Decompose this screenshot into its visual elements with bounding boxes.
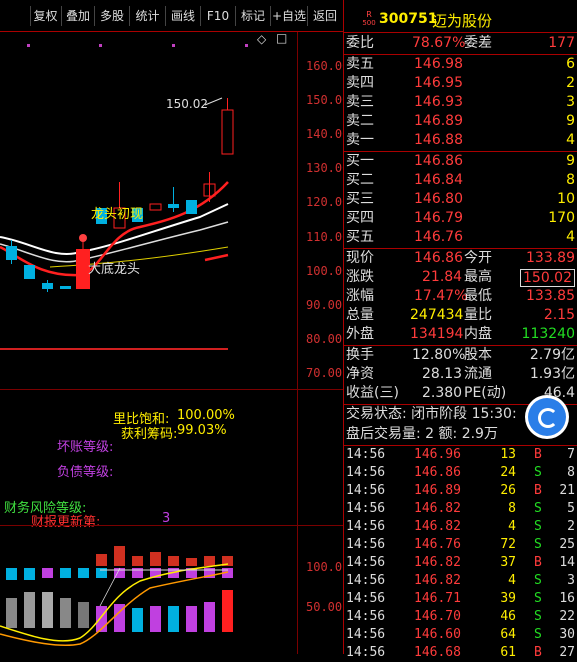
indicator-axis-label: 50.00 (306, 600, 343, 614)
toolbar-button-f10[interactable]: F10 (201, 6, 236, 26)
tick-row: 14:56 146.82 8 S 5 (346, 501, 575, 516)
chart-toolbar: 复权 叠加 多股 统计 画线 F10 标记 +自选 返回 (0, 0, 343, 32)
after-hours-volume: 盘后交易量: 2 额: 2.9万 (346, 426, 498, 442)
floating-assist-button[interactable] (528, 398, 566, 436)
toolbar-button-back[interactable]: 返回 (308, 6, 342, 26)
quote-row: 外盘 134194 内盘 113240 (346, 326, 575, 342)
tick-row: 14:56 146.82 37 B 14 (346, 555, 575, 570)
buy-level-row[interactable]: 买三 146.80 10 (344, 190, 577, 209)
buy-level-row[interactable]: 买五 146.76 4 (344, 228, 577, 247)
quote-row: 涨幅 17.47% 最低 133.85 (346, 288, 575, 304)
toolbar-button-draw-line[interactable]: 画线 (166, 6, 201, 26)
quote-row: 净资 28.13 流通 1.93亿 (346, 366, 575, 382)
tick-row: 14:56 146.60 64 S 30 (346, 627, 575, 642)
tick-row: 14:56 146.76 72 S 25 (346, 537, 575, 552)
finance-axis-divider (297, 389, 298, 526)
liability-level: 负债等级: (57, 465, 114, 480)
tick-row: 14:56 146.82 4 S 3 (346, 573, 575, 588)
tick-row: 14:56 146.71 39 S 16 (346, 591, 575, 606)
signal-label-bottom: 大底龙头 (88, 262, 141, 277)
toolbar-button-overlay[interactable]: 叠加 (62, 6, 95, 26)
market-badge: R 500 (362, 10, 376, 30)
trade-status: 交易状态: 闭市阶段 15:30: (346, 406, 517, 422)
finance-label-2: 获利筹码: (121, 427, 178, 442)
stock-name: 迈为股份 (432, 12, 493, 30)
tick-row: 14:56 146.89 26 B 21 (346, 483, 575, 498)
toolbar-left-stub (0, 6, 31, 26)
price-axis-divider (297, 32, 298, 390)
buy-level-row[interactable]: 买二 146.84 8 (344, 171, 577, 190)
tick-row: 14:56 146.82 4 S 2 (346, 519, 575, 534)
sell-level-row[interactable]: 卖三 146.93 3 (344, 93, 577, 112)
price-axis-label: 70.00 (306, 366, 343, 380)
indicator-canvas[interactable] (0, 526, 297, 654)
toolbar-button-stats[interactable]: 统计 (130, 6, 166, 26)
price-axis-label: 90.00 (306, 298, 343, 312)
price-axis-label: 80.00 (306, 332, 343, 346)
tick-row: 14:56 146.70 46 S 22 (346, 609, 575, 624)
divider (344, 32, 577, 33)
high-price-marker: 150.02 (166, 97, 208, 111)
quote-row: 涨跌 21.84 最高 150.02 (344, 268, 577, 287)
toolbar-button-mark[interactable]: 标记 (236, 6, 271, 26)
stock-code: 300751 (379, 11, 438, 27)
quote-row: 总量 247434 量比 2.15 (346, 307, 575, 323)
indicator-axis-label: 100.0 (306, 560, 343, 574)
bad-debt-level: 坏账等级: (57, 440, 114, 455)
report-update-value: 3 (162, 511, 171, 526)
indicator-axis-divider (297, 526, 298, 654)
kline-canvas[interactable] (0, 32, 297, 390)
indicator-panel[interactable]: 100.0 50.00 (0, 526, 343, 654)
sell-level-row[interactable]: 卖五 146.98 6 (344, 55, 577, 74)
finance-value-1: 100.00% (177, 408, 235, 423)
quote-row: 现价 146.86 今开 133.89 (346, 250, 575, 266)
tick-row: 14:56 146.68 61 B 27 (346, 645, 575, 660)
quote-panel: R 500 300751 迈为股份 委比 78.67% 委差 177 卖五 14… (343, 0, 577, 660)
order-diff-label: 委差 (464, 35, 492, 51)
buy-level-row[interactable]: 买一 146.86 9 (344, 152, 577, 171)
toolbar-button-add-watchlist[interactable]: +自选 (271, 6, 308, 26)
refresh-icon (538, 408, 558, 428)
order-ratio-label: 委比 (346, 35, 374, 51)
finance-value-2: 99.03% (177, 423, 227, 438)
kline-panel[interactable]: ◇ □ 160.00 150.00 140.00 130.00 120.00 1… (0, 31, 349, 390)
tick-row: 14:56 146.96 13 B 7 (346, 447, 575, 462)
tick-list[interactable]: 14:56 146.96 13 B 7 14:56 146.86 24 S 8 14:56 146… (344, 446, 577, 660)
toolbar-button-restore-rights[interactable]: 复权 (30, 6, 62, 26)
toolbar-button-multi-stock[interactable]: 多股 (95, 6, 130, 26)
sell-level-row[interactable]: 卖二 146.89 9 (344, 112, 577, 131)
order-diff-value: 177 (548, 35, 575, 51)
sell-level-row[interactable]: 卖四 146.95 2 (344, 74, 577, 93)
sell-level-row[interactable]: 卖一 146.88 4 (344, 131, 577, 150)
order-ratio-value: 78.67% (412, 35, 466, 51)
finance-panel: 里比饱和: 100.00% 获利筹码: 99.03% 坏账等级: 负债等级: 财… (0, 390, 297, 530)
signal-label-top: 龙头初现 (91, 207, 144, 222)
tick-row: 14:56 146.86 24 S 8 (346, 465, 575, 480)
order-ratio-row: 委比 78.67% 委差 177 (344, 34, 577, 53)
day-high-value: 150.02 (520, 269, 575, 287)
quote-row: 换手 12.80% 股本 2.79亿 (346, 347, 575, 363)
buy-level-row[interactable]: 买四 146.79 170 (344, 209, 577, 228)
